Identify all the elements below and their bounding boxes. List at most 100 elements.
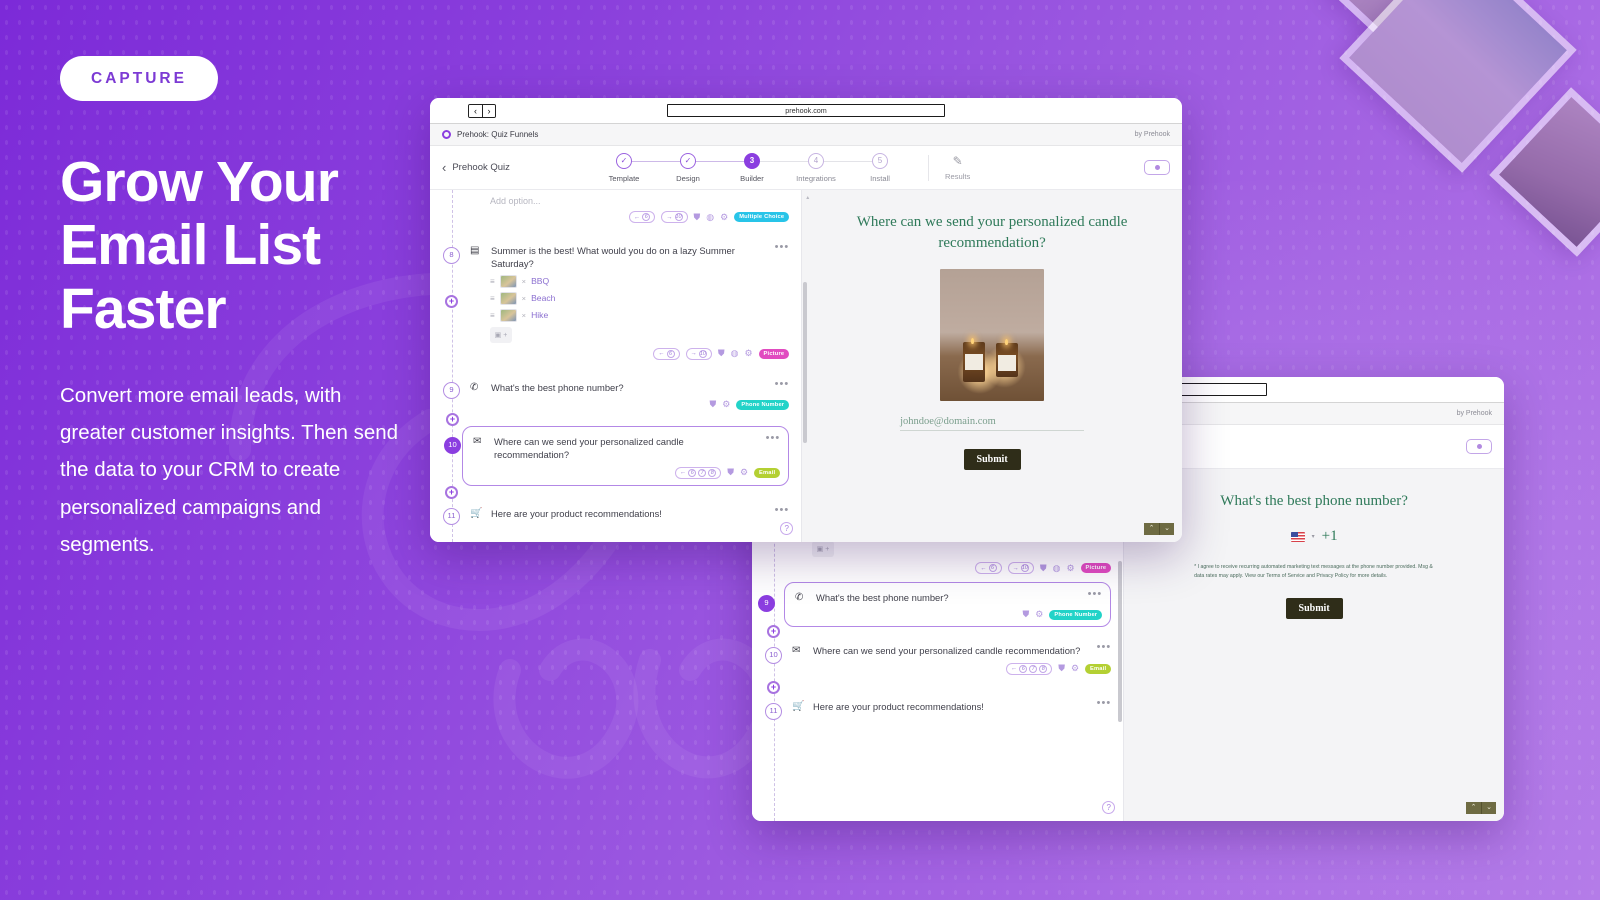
question-row[interactable]: 11 + 🛒 Here are your product recommendat… [765,680,1112,720]
drag-handle-icon[interactable]: ≡ [490,277,495,286]
nav-back-pill[interactable]: ← 6 [628,211,656,223]
logic-icon[interactable]: ⛊ [1058,663,1065,674]
add-question-node[interactable]: + [767,680,780,694]
scrollbar[interactable] [803,281,808,444]
question-menu-icon[interactable]: ••• [1097,642,1112,653]
question-menu-icon[interactable]: ••• [1088,589,1103,600]
preview-toggle-button[interactable] [1466,439,1492,454]
logic-icon[interactable]: ⛊ [1040,563,1047,574]
results-tool[interactable]: ✎ Results [945,154,970,181]
option-row[interactable]: + ≡ × Hike [445,295,789,322]
logic-icon[interactable]: ⛊ [694,212,701,223]
question-toolbar[interactable]: ← 6 7 8 ⛊ ⚙ Email [473,466,781,479]
question-row-selected[interactable]: 9 ✆ What's the best phone number? ••• ⛊ … [758,582,1112,628]
nav-target: 6 [642,213,651,221]
question-row[interactable]: 10 + ✉ Where can we send your personaliz… [765,625,1112,678]
step-install[interactable]: 5 Install [848,152,912,183]
question-toolbar[interactable]: ← 6 → 10 ⛊ ◍ ⚙ Picture [470,347,790,360]
gear-icon[interactable]: ⚙ [740,467,748,478]
gear-icon[interactable]: ⚙ [744,348,752,359]
question-menu-icon[interactable]: ••• [775,378,790,389]
scroll-up-icon[interactable]: ⌃ [1144,523,1159,535]
remove-icon[interactable]: × [522,277,526,286]
email-field[interactable]: johndoe@domain.com [900,416,1085,431]
step-design[interactable]: ✓ Design [656,152,752,183]
nav-forward-pill[interactable]: → 10 [685,347,712,360]
nav-back-pill[interactable]: ← 6 7 8 [1005,662,1053,675]
scroll-down-icon[interactable]: ⌄ [1159,523,1174,535]
question-row-9[interactable]: 9 ✆ What's the best phone number? ••• ⛊ … [443,374,790,414]
add-option-placeholder[interactable]: Add option... [490,196,789,206]
question-toolbar[interactable]: ← 6 → 10 ⛊ ◍ ⚙ Multiple Choice [470,211,790,223]
question-toolbar[interactable]: ⛊ ⚙ Phone Number [470,399,790,410]
preview-toggle-button[interactable] [1144,160,1170,175]
add-question-node[interactable]: + [445,485,458,499]
chevron-down-icon[interactable]: ▾ [1312,533,1315,540]
add-question-node[interactable]: + [445,295,458,308]
question-row-8[interactable]: 8 ▤ Summer is the best! What would you d… [443,237,790,364]
question-menu-icon[interactable]: ••• [775,242,790,253]
step-integrations[interactable]: 4 Integrations [784,152,880,183]
scroll-down-icon[interactable]: ⌄ [1481,802,1496,814]
logic-icon[interactable]: ⛊ [727,467,734,478]
question-menu-icon[interactable]: ••• [1097,697,1112,708]
question-row-10-selected[interactable]: 10 + ✉ Where can we send your personaliz… [444,413,790,486]
scroll-up-hint-icon[interactable]: ▴ [806,194,809,201]
question-toolbar[interactable]: ← 6 → 10 ⛊ ◍ ⚙ Picture [792,562,1112,574]
question-menu-icon[interactable]: ••• [775,504,790,515]
nav-forward-pill[interactable]: → 10 [661,211,688,223]
nav-back-pill[interactable]: ← 6 7 8 [674,466,722,479]
tag-icon[interactable]: ◍ [731,348,739,359]
option-row[interactable]: ≡ × Beach [490,291,789,305]
step-number: 5 [872,152,888,169]
question-toolbar[interactable]: ⛊ ⚙ Phone Number [795,609,1103,620]
question-toolbar[interactable]: ← 6 7 8 ⛊ ⚙ Email [792,662,1112,675]
nav-back-pill[interactable]: ← 6 [653,347,680,360]
browser-nav-buttons[interactable]: ‹ › [468,103,496,118]
gear-icon[interactable]: ⚙ [1035,609,1043,620]
gear-icon[interactable]: ⚙ [1066,563,1074,574]
question-type-badge: Email [1085,663,1112,674]
gear-icon[interactable]: ⚙ [720,212,728,223]
preview-nav-arrows[interactable]: ⌃ ⌄ [1466,802,1496,814]
tag-icon[interactable]: ◍ [706,212,714,223]
phone-input-group[interactable]: ▾ +1 [1150,528,1478,545]
logic-icon[interactable]: ⛊ [718,348,725,359]
preview-nav-arrows[interactable]: ⌃ ⌄ [1144,523,1174,535]
add-question-node[interactable]: + [446,413,459,427]
gear-icon[interactable]: ⚙ [1071,663,1079,674]
nav-forward-pill[interactable]: → 10 [1007,562,1034,574]
step-builder[interactable]: 3 Builder [720,152,816,183]
back-icon[interactable]: ‹ [469,104,482,117]
option-row[interactable]: ≡ × BBQ [490,274,789,288]
scrollbar[interactable] [1118,560,1123,723]
submit-button[interactable]: Submit [963,448,1021,470]
add-image-button[interactable]: ▣ + [812,541,834,557]
drag-handle-icon[interactable]: ≡ [490,294,495,303]
add-question-node[interactable]: + [767,625,780,639]
browser-window-primary[interactable]: ‹ › prehook.com Prehook: Quiz Funnels by… [430,98,1182,542]
help-icon[interactable]: ? [1102,801,1116,814]
submit-button[interactable]: Submit [1285,598,1343,620]
question-text: Where can we send your personalized cand… [494,436,684,461]
builder-pane[interactable]: Add option... + ←6 →10 ⛊ ◍ ⚙ Multiple Ch… [430,190,803,542]
remove-icon[interactable]: × [522,311,526,320]
question-menu-icon[interactable]: ••• [766,433,781,444]
url-input[interactable]: prehook.com [667,104,945,117]
country-flag-icon[interactable] [1290,531,1305,542]
question-type-badge: Phone Number [1049,609,1103,620]
tag-icon[interactable]: ◍ [1053,563,1061,574]
help-icon[interactable]: ? [780,522,794,535]
forward-icon[interactable]: › [482,104,495,117]
add-image-button[interactable]: ▣ + [490,326,512,343]
step-template[interactable]: ✓ Template [592,152,688,183]
drag-handle-icon[interactable]: ≡ [490,311,495,320]
remove-icon[interactable]: × [522,294,526,303]
question-row-11[interactable]: 11 + 🛒 Here are your product recommendat… [443,485,790,525]
scroll-up-icon[interactable]: ⌃ [1466,802,1481,814]
nav-back-pill[interactable]: ← 6 [975,562,1002,574]
back-to-quiz-link[interactable]: ‹ Prehook Quiz [442,161,592,174]
gear-icon[interactable]: ⚙ [722,399,730,410]
logic-icon[interactable]: ⛊ [710,399,717,410]
logic-icon[interactable]: ⛊ [1023,609,1030,620]
